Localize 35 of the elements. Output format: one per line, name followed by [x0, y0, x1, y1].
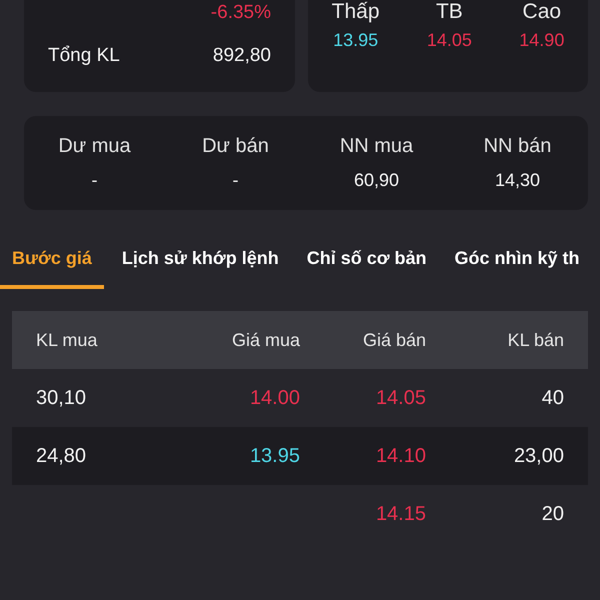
price-label: Thấp — [332, 0, 380, 24]
trading-value: 14,30 — [494, 170, 540, 191]
trading-value: - — [92, 170, 98, 191]
trading-label: NN mua — [340, 135, 414, 158]
price-value: 14.05 — [426, 30, 472, 51]
trading-value: 60,90 — [354, 170, 400, 191]
table-cell: 14.00 — [250, 386, 300, 408]
total-volume-label: Tổng KL — [48, 45, 120, 67]
tab[interactable]: Chỉ số cơ bản — [294, 238, 437, 289]
column-header: KL mua — [36, 330, 98, 350]
trading-value: - — [232, 170, 238, 191]
table-cell: 30,10 — [36, 386, 86, 408]
total-volume-value: 892,80 — [212, 45, 271, 67]
price-label: TB — [436, 0, 463, 24]
tab[interactable]: Bước giá — [0, 238, 104, 289]
price-value: 14.90 — [519, 30, 564, 51]
column-header: KL bán — [506, 330, 564, 350]
table-cell: 13.95 — [250, 444, 300, 466]
price-value: 13.95 — [333, 30, 378, 51]
table-cell: 40 — [542, 386, 564, 408]
column-header: Giá mua — [230, 330, 300, 350]
trading-label: Dư bán — [202, 135, 269, 158]
tab[interactable]: Góc nhìn kỹ th — [442, 238, 590, 289]
table-cell: 14.15 — [376, 502, 426, 524]
table-cell: 24,80 — [36, 444, 86, 466]
column-header: Giá bán — [362, 330, 427, 350]
change-percent: -6.35% — [210, 2, 271, 24]
trading-label: NN bán — [484, 135, 552, 158]
table-cell: 14.05 — [376, 386, 426, 408]
table-cell: 23,00 — [514, 444, 564, 466]
trading-label: Dư mua — [58, 135, 131, 158]
table-cell: 14.10 — [376, 444, 426, 466]
price-label: Cao — [522, 0, 562, 24]
tab[interactable]: Lịch sử khớp lệnh — [110, 238, 289, 289]
table-cell: 20 — [542, 502, 564, 524]
